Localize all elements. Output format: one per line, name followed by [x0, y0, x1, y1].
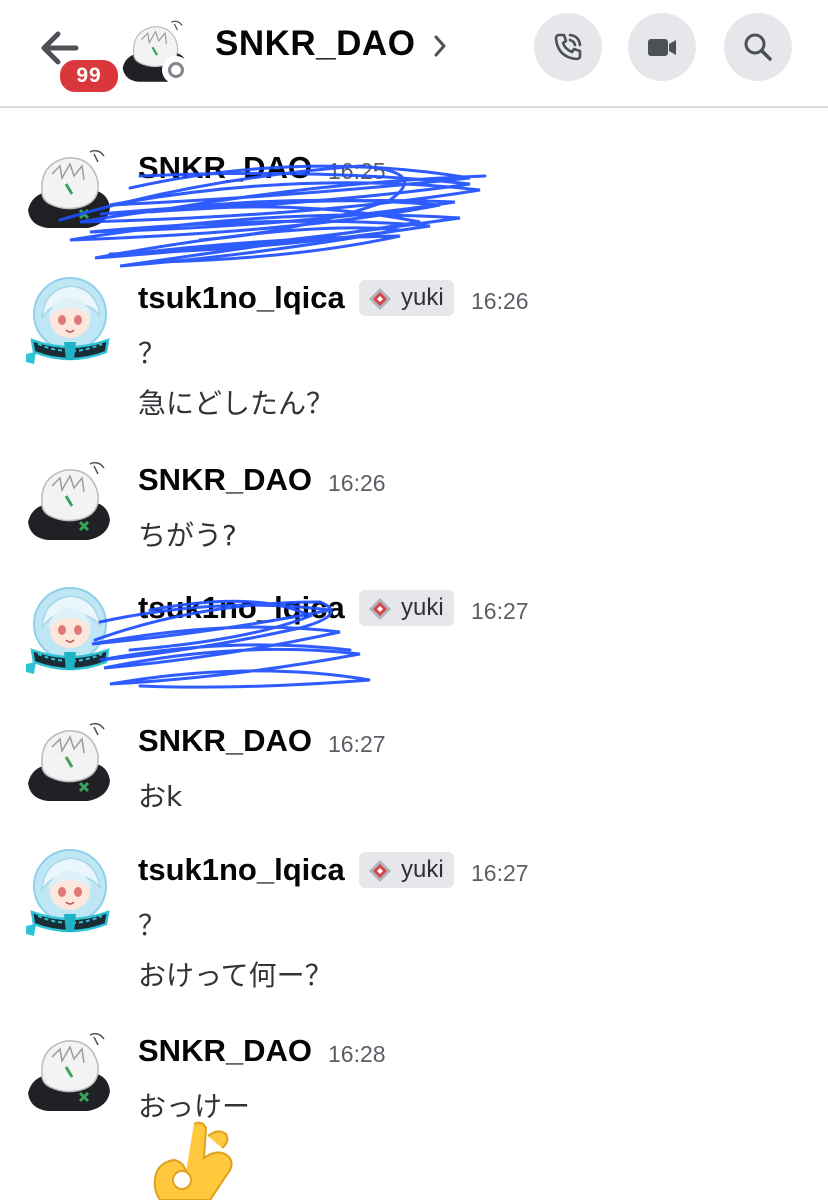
message-timestamp: 16:25: [328, 158, 386, 184]
voice-call-button[interactable]: [534, 13, 602, 81]
message-text: おけって何ー？: [138, 959, 333, 992]
author-name[interactable]: SNKR_DAO: [138, 150, 312, 186]
server-tag-icon: [369, 860, 391, 882]
message-timestamp: 16:26: [471, 288, 529, 314]
ok-hand-emoji[interactable]: [146, 1118, 242, 1200]
message-text: ちがう?: [138, 519, 237, 552]
message-text: 急にどしたん？: [138, 387, 335, 420]
server-tag[interactable]: yuki: [359, 852, 454, 888]
message-timestamp: 16:27: [328, 731, 386, 757]
chevron-right-icon[interactable]: [432, 34, 448, 58]
user-avatar[interactable]: [22, 144, 114, 236]
search-icon: [744, 33, 772, 61]
user-avatar[interactable]: [22, 456, 114, 548]
search-button[interactable]: [724, 13, 792, 81]
phone-call-icon: [554, 33, 582, 61]
message-text: ？: [138, 337, 167, 370]
message-timestamp: 16:28: [328, 1041, 386, 1067]
author-name[interactable]: tsuk1no_lqica: [138, 852, 345, 888]
video-call-button[interactable]: [628, 13, 696, 81]
server-tag[interactable]: yuki: [359, 590, 454, 626]
server-tag-icon: [369, 288, 391, 310]
server-tag-label: yuki: [401, 284, 444, 311]
server-tag-label: yuki: [401, 856, 444, 883]
message-timestamp: 16:27: [471, 860, 529, 886]
author-name[interactable]: SNKR_DAO: [138, 723, 312, 759]
author-name[interactable]: SNKR_DAO: [138, 1033, 312, 1069]
author-name[interactable]: tsuk1no_lqica: [138, 280, 345, 316]
user-avatar[interactable]: [22, 274, 114, 366]
server-tag-label: yuki: [401, 594, 444, 621]
message-text: ？: [138, 909, 167, 942]
channel-title[interactable]: SNKR_DAO: [215, 24, 415, 64]
user-avatar[interactable]: [22, 1027, 114, 1119]
server-tag-icon: [369, 598, 391, 620]
author-name[interactable]: SNKR_DAO: [138, 462, 312, 498]
user-avatar[interactable]: [22, 584, 114, 676]
user-avatar[interactable]: [22, 717, 114, 809]
message-text: おk: [138, 780, 183, 813]
author-name[interactable]: tsuk1no_lqica: [138, 590, 345, 626]
message-timestamp: 16:26: [328, 470, 386, 496]
video-camera-icon: [648, 39, 676, 56]
unread-badge: 99: [57, 57, 121, 95]
chat-header: 99 SNKR_DAO: [0, 0, 828, 108]
message-timestamp: 16:27: [471, 598, 529, 624]
offline-status-icon: [162, 56, 190, 84]
user-avatar[interactable]: [22, 846, 114, 938]
server-tag[interactable]: yuki: [359, 280, 454, 316]
